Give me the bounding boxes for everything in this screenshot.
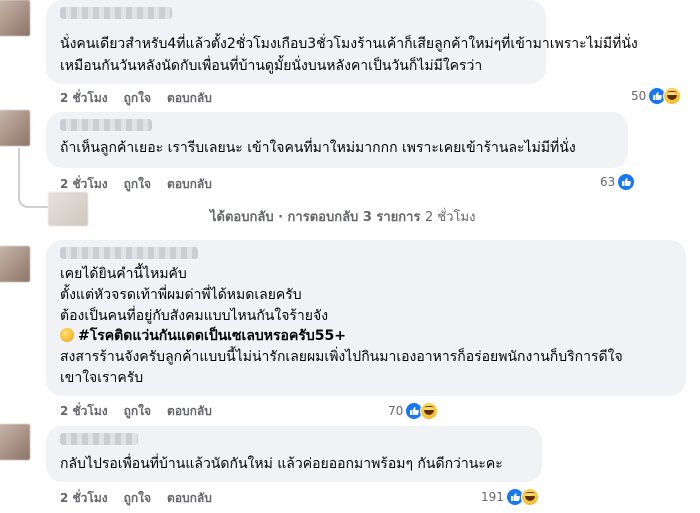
reaction-summary[interactable]: 63 bbox=[600, 173, 636, 191]
reaction-count: 63 bbox=[600, 175, 616, 189]
comment-time[interactable]: 2 ชั่วโมง bbox=[60, 91, 108, 105]
sunglasses-emoji-icon bbox=[60, 328, 74, 342]
like-link[interactable]: ถูกใจ bbox=[124, 491, 151, 505]
comment-text: ตั้งแต่หัวจรดเท้าพี่ผมด่าพี่ได้หมดเลยครั… bbox=[60, 287, 302, 303]
hashtag-link[interactable]: #โรคติดแว่นกันแดดเป็นเซเลบหรอครับ55+ bbox=[78, 328, 346, 344]
comment-time[interactable]: 2 ชั่วโมง bbox=[60, 404, 108, 418]
comment-time[interactable]: 2 ชั่วโมง bbox=[60, 177, 108, 191]
haha-icon bbox=[520, 488, 539, 506]
comment-actions: 2 ชั่วโมง ถูกใจ ตอบกลับ bbox=[60, 489, 228, 508]
reply-link[interactable]: ตอบกลับ bbox=[167, 177, 212, 191]
comment-text: ต้องเป็นคนที่อยู่กับสังคมแบบไหนกันใจร้าย… bbox=[60, 308, 329, 324]
like-link[interactable]: ถูกใจ bbox=[124, 177, 151, 191]
comment-actions: 2 ชั่วโมง ถูกใจ ตอบกลับ bbox=[60, 89, 228, 108]
reaction-summary[interactable]: 50 bbox=[631, 87, 682, 105]
comment-text: นั่งคนเดียวสำหรับ4ที่แล้วตั้ง2ชั่วโมงเกื… bbox=[60, 36, 638, 52]
like-link[interactable]: ถูกใจ bbox=[124, 404, 151, 418]
reaction-summary[interactable]: 191 bbox=[481, 488, 539, 506]
haha-icon bbox=[420, 402, 439, 420]
commenter-name[interactable] bbox=[60, 7, 172, 19]
commenter-avatar[interactable] bbox=[0, 110, 30, 146]
commenter-avatar[interactable] bbox=[0, 246, 30, 282]
comment-text: เคยได้ยินคำนี้ไหมคับ bbox=[60, 266, 187, 282]
comment-text: ถ้าเห็นลูกค้าเยอะ เรารีบเลยนะ เข้าใจคนที… bbox=[60, 140, 576, 156]
comment-actions: 2 ชั่วโมง ถูกใจ ตอบกลับ bbox=[60, 402, 228, 421]
reply-link[interactable]: ตอบกลับ bbox=[167, 491, 212, 505]
like-link[interactable]: ถูกใจ bbox=[124, 91, 151, 105]
commenter-avatar[interactable] bbox=[0, 424, 30, 460]
reaction-count: 50 bbox=[631, 89, 647, 103]
reply-link[interactable]: ตอบกลับ bbox=[167, 91, 212, 105]
thread-connector bbox=[18, 148, 48, 208]
comment-hashtag-line: #โรคติดแว่นกันแดดเป็นเซเลบหรอครับ55+ bbox=[60, 326, 346, 346]
comment-bubble: นั่งคนเดียวสำหรับ4ที่แล้วตั้ง2ชั่วโมงเกื… bbox=[46, 0, 638, 84]
comment-text: เหมือนกันวันหลังนัดกับเพื่อนที่บ้านดูมั้… bbox=[60, 58, 483, 74]
comment-text: สงสารร้านจังครับลูกค้าแบบนี้ไม่น่ารักเลย… bbox=[60, 349, 623, 365]
reply-link[interactable]: ตอบกลับ bbox=[167, 404, 212, 418]
reaction-summary[interactable]: 70 bbox=[388, 402, 439, 420]
comment-bubble: เคยได้ยินคำนี้ไหมคับ ตั้งแต่หัวจรดเท้าพี… bbox=[46, 240, 686, 396]
comment-text: กลับไปรอเพื่อนที่บ้านแล้วนัดกันใหม่ แล้ว… bbox=[60, 456, 503, 472]
reaction-count: 191 bbox=[481, 490, 504, 504]
commenter-avatar[interactable] bbox=[0, 0, 30, 36]
replier-avatar[interactable] bbox=[48, 192, 88, 226]
commenter-name[interactable] bbox=[60, 433, 138, 445]
reply-thread-time: 2 ชั่วโมง bbox=[425, 210, 476, 225]
comment-text: เขาใจเราครับ bbox=[60, 370, 144, 386]
comment-bubble: ถ้าเห็นลูกค้าเยอะ เรารีบเลยนะ เข้าใจคนที… bbox=[46, 112, 628, 168]
commenter-name[interactable] bbox=[60, 119, 152, 131]
reaction-count: 70 bbox=[388, 404, 404, 418]
view-replies-link[interactable]: ได้ตอบกลับ · การตอบกลับ 3 รายการ 2 ชั่วโ… bbox=[210, 206, 475, 227]
like-icon bbox=[617, 173, 636, 191]
commenter-name[interactable] bbox=[60, 247, 198, 259]
comment-bubble: กลับไปรอเพื่อนที่บ้านแล้วนัดกันใหม่ แล้ว… bbox=[46, 426, 542, 482]
view-replies-label: ได้ตอบกลับ · การตอบกลับ 3 รายการ bbox=[210, 210, 421, 225]
haha-icon bbox=[663, 87, 682, 105]
comment-time[interactable]: 2 ชั่วโมง bbox=[60, 491, 108, 505]
